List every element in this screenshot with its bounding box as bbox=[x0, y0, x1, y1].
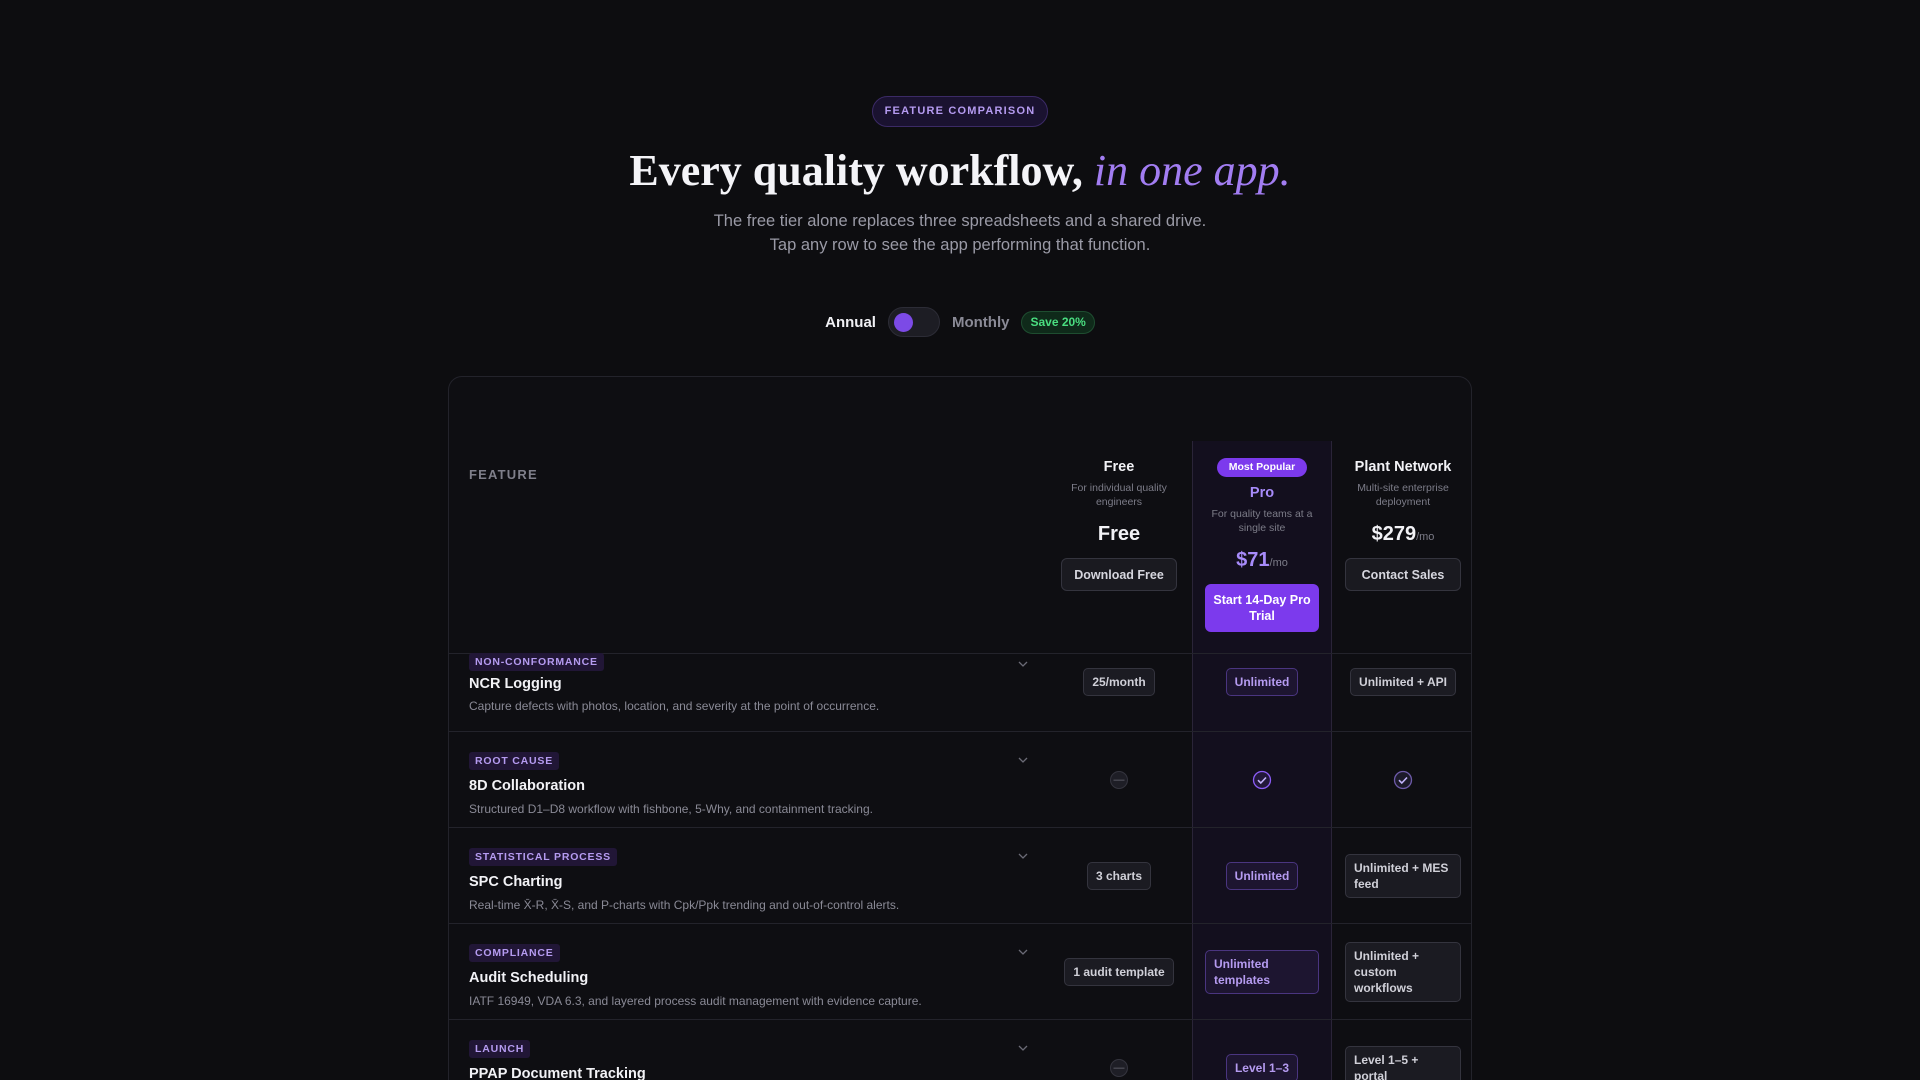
dash-icon: — bbox=[1110, 1059, 1128, 1077]
plan-desc: For individual quality engineers bbox=[1071, 482, 1167, 508]
category-tag: LAUNCH bbox=[469, 1040, 531, 1058]
title-accent: in one app. bbox=[1093, 146, 1291, 195]
plant-cell: Unlimited + MES feed bbox=[1334, 828, 1471, 924]
plant-cell: Unlimited + custom workflows bbox=[1334, 924, 1471, 1020]
table-row[interactable]: COMPLIANCE Audit Scheduling IATF 16949, … bbox=[449, 924, 1471, 1020]
monthly-label[interactable]: Monthly bbox=[952, 314, 1010, 331]
plan-pro: Most Popular Pro For quality teams at a … bbox=[1192, 457, 1332, 632]
plan-plant-network: Plant Network Multi-site enterprise depl… bbox=[1334, 459, 1471, 591]
subtitle-line-2: Tap any row to see the app performing th… bbox=[769, 236, 1151, 254]
plan-desc: Multi-site enterprise deployment bbox=[1357, 482, 1449, 508]
feature-name: NCR Logging bbox=[469, 676, 562, 692]
value-pill: 3 charts bbox=[1086, 862, 1152, 890]
pro-cell: Level 1–3 bbox=[1192, 1020, 1332, 1080]
table-row[interactable]: ROOT CAUSE 8D Collaboration Structured D… bbox=[449, 732, 1471, 828]
feature-desc: Capture defects with photos, location, a… bbox=[469, 699, 880, 713]
table-row[interactable]: LAUNCH PPAP Document Tracking — Level 1–… bbox=[449, 1020, 1471, 1080]
value-pill: Unlimited + MES feed bbox=[1345, 854, 1461, 898]
comparison-table: FEATURE Free For individual quality engi… bbox=[448, 376, 1472, 1080]
free-cell: 1 audit template bbox=[1049, 924, 1189, 1020]
category-tag: STATISTICAL PROCESS bbox=[469, 848, 617, 866]
subtitle: The free tier alone replaces three sprea… bbox=[0, 209, 1920, 257]
plan-price: $71/mo bbox=[1192, 549, 1332, 572]
feature-desc: Structured D1–D8 workflow with fishbone,… bbox=[469, 802, 873, 816]
page-title: Every quality workflow, in one app. bbox=[0, 143, 1920, 199]
plan-desc: For quality teams at a single site bbox=[1211, 508, 1313, 534]
contact-sales-button[interactable]: Contact Sales bbox=[1345, 558, 1461, 591]
feature-name: PPAP Document Tracking bbox=[469, 1066, 646, 1080]
check-circle-icon bbox=[1393, 770, 1413, 790]
table-row[interactable]: STATISTICAL PROCESS SPC Charting Real-ti… bbox=[449, 828, 1471, 924]
pro-cell: Unlimited bbox=[1192, 654, 1332, 710]
plan-name: Pro bbox=[1249, 485, 1275, 501]
chevron-down-icon[interactable] bbox=[1017, 850, 1029, 862]
feature-desc: Real-time X̄-R, X̄-S, and P-charts with … bbox=[469, 898, 900, 912]
subtitle-line-1: The free tier alone replaces three sprea… bbox=[713, 212, 1207, 230]
pro-cell bbox=[1192, 732, 1332, 828]
plan-name: Plant Network bbox=[1354, 459, 1452, 475]
chevron-down-icon[interactable] bbox=[1017, 1042, 1029, 1054]
title-main: Every quality workflow, bbox=[629, 146, 1083, 195]
price-period: /mo bbox=[1416, 531, 1435, 543]
pro-cell: Unlimited templates bbox=[1192, 924, 1332, 1020]
toggle-knob bbox=[893, 313, 913, 332]
value-pill: 1 audit template bbox=[1064, 958, 1174, 986]
plan-price: Free bbox=[1049, 523, 1189, 546]
plan-name: Free bbox=[1103, 459, 1135, 475]
billing-toggle[interactable] bbox=[887, 307, 940, 337]
category-tag: NON-CONFORMANCE bbox=[469, 653, 604, 671]
free-cell: 25/month bbox=[1049, 654, 1189, 710]
hero: FEATURE COMPARISON Every quality workflo… bbox=[0, 96, 1920, 257]
feature-desc: IATF 16949, VDA 6.3, and layered process… bbox=[469, 994, 922, 1008]
category-tag: COMPLIANCE bbox=[469, 944, 560, 962]
chevron-down-icon[interactable] bbox=[1017, 754, 1029, 766]
category-tag: ROOT CAUSE bbox=[469, 752, 560, 770]
feature-column-header: FEATURE bbox=[469, 467, 538, 482]
start-trial-button[interactable]: Start 14-Day Pro Trial bbox=[1205, 584, 1319, 632]
price-amount: $71 bbox=[1236, 549, 1270, 571]
free-cell: — bbox=[1049, 1020, 1189, 1080]
feature-name: 8D Collaboration bbox=[469, 778, 586, 794]
billing-toggle-group: Annual Monthly Save 20% bbox=[0, 307, 1920, 337]
save-badge: Save 20% bbox=[1021, 310, 1095, 334]
price-amount: Free bbox=[1097, 523, 1141, 545]
feature-name: Audit Scheduling bbox=[469, 970, 589, 986]
price-period: /mo bbox=[1269, 557, 1288, 569]
value-pill: Unlimited + custom workflows bbox=[1345, 942, 1461, 1002]
annual-label[interactable]: Annual bbox=[825, 314, 876, 331]
plant-cell: Level 1–5 + portal bbox=[1334, 1020, 1471, 1080]
most-popular-badge: Most Popular bbox=[1216, 458, 1308, 477]
free-cell: — bbox=[1049, 732, 1189, 828]
value-pill: Unlimited + API bbox=[1350, 668, 1456, 696]
value-pill: Level 1–3 bbox=[1225, 1054, 1299, 1080]
dash-icon: — bbox=[1110, 771, 1128, 789]
chevron-down-icon[interactable] bbox=[1017, 946, 1029, 958]
download-free-button[interactable]: Download Free bbox=[1061, 558, 1177, 591]
value-pill: Unlimited bbox=[1225, 862, 1299, 890]
plan-price: $279/mo bbox=[1334, 523, 1471, 546]
plant-cell bbox=[1334, 732, 1471, 828]
check-circle-icon bbox=[1252, 770, 1272, 790]
table-header: FEATURE Free For individual quality engi… bbox=[449, 377, 1471, 654]
value-pill: Level 1–5 + portal bbox=[1345, 1046, 1461, 1080]
price-amount: $279 bbox=[1371, 523, 1417, 545]
value-pill: 25/month bbox=[1083, 668, 1155, 696]
value-pill: Unlimited templates bbox=[1205, 950, 1319, 994]
chevron-down-icon[interactable] bbox=[1017, 658, 1029, 670]
pro-cell: Unlimited bbox=[1192, 828, 1332, 924]
eyebrow-badge: FEATURE COMPARISON bbox=[871, 96, 1049, 127]
plant-cell: Unlimited + API bbox=[1334, 654, 1471, 710]
value-pill: Unlimited bbox=[1225, 668, 1299, 696]
table-row[interactable]: NON-CONFORMANCE NCR Logging Capture defe… bbox=[449, 653, 1471, 732]
free-cell: 3 charts bbox=[1049, 828, 1189, 924]
feature-name: SPC Charting bbox=[469, 874, 563, 890]
plan-free: Free For individual quality engineers Fr… bbox=[1049, 459, 1189, 591]
